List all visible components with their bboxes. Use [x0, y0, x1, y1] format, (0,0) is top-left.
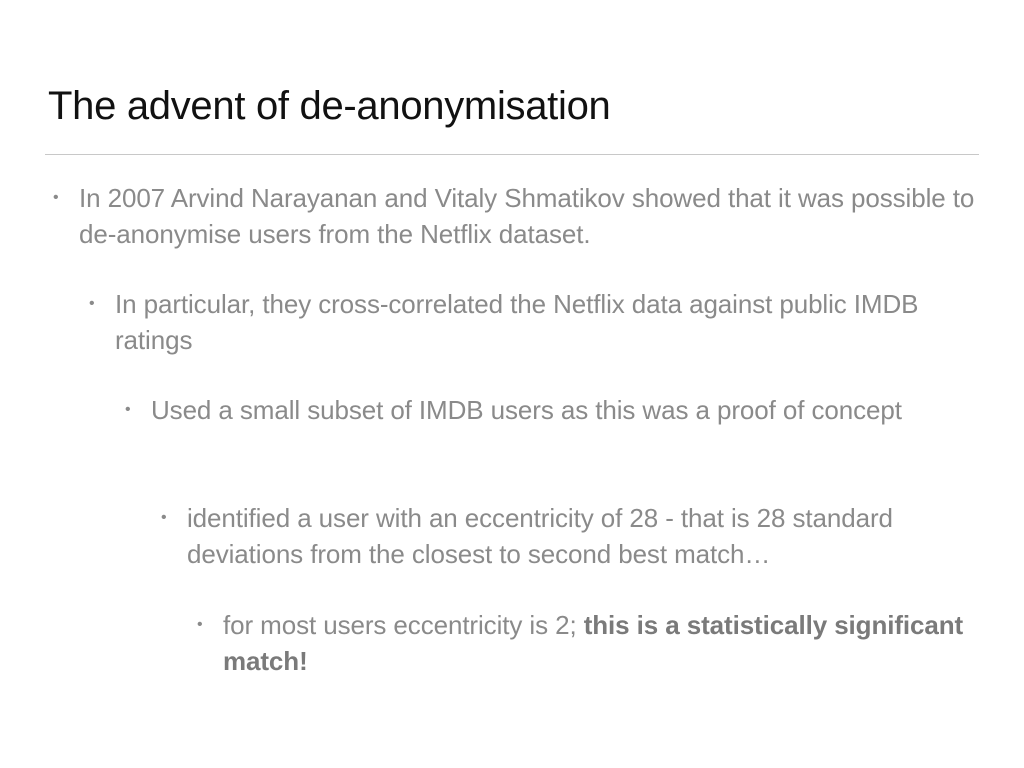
slide-title: The advent of de-anonymisation [48, 84, 611, 128]
slide: The advent of de-anonymisation • In 2007… [0, 0, 1024, 768]
bullet-level-5: • for most users eccentricity is 2; this… [197, 607, 983, 679]
bullet-level-3: • Used a small subset of IMDB users as t… [125, 392, 931, 428]
bullet-text: for most users eccentricity is 2; [223, 610, 584, 640]
bullet-dot-icon: • [161, 509, 167, 526]
bullet-level-1: • In 2007 Arvind Narayanan and Vitaly Sh… [53, 180, 979, 252]
title-divider [45, 154, 979, 155]
bullet-level-2: • In particular, they cross-correlated t… [89, 286, 975, 358]
bullet-text: identified a user with an eccentricity o… [187, 503, 893, 569]
bullet-text: In 2007 Arvind Narayanan and Vitaly Shma… [79, 183, 975, 249]
bullet-text: In particular, they cross-correlated the… [115, 289, 919, 355]
bullet-level-4: • identified a user with an eccentricity… [161, 500, 997, 572]
bullet-dot-icon: • [197, 616, 203, 633]
bullet-text: Used a small subset of IMDB users as thi… [151, 395, 902, 425]
bullet-dot-icon: • [125, 401, 131, 418]
bullet-dot-icon: • [53, 189, 59, 206]
bullet-dot-icon: • [89, 295, 95, 312]
